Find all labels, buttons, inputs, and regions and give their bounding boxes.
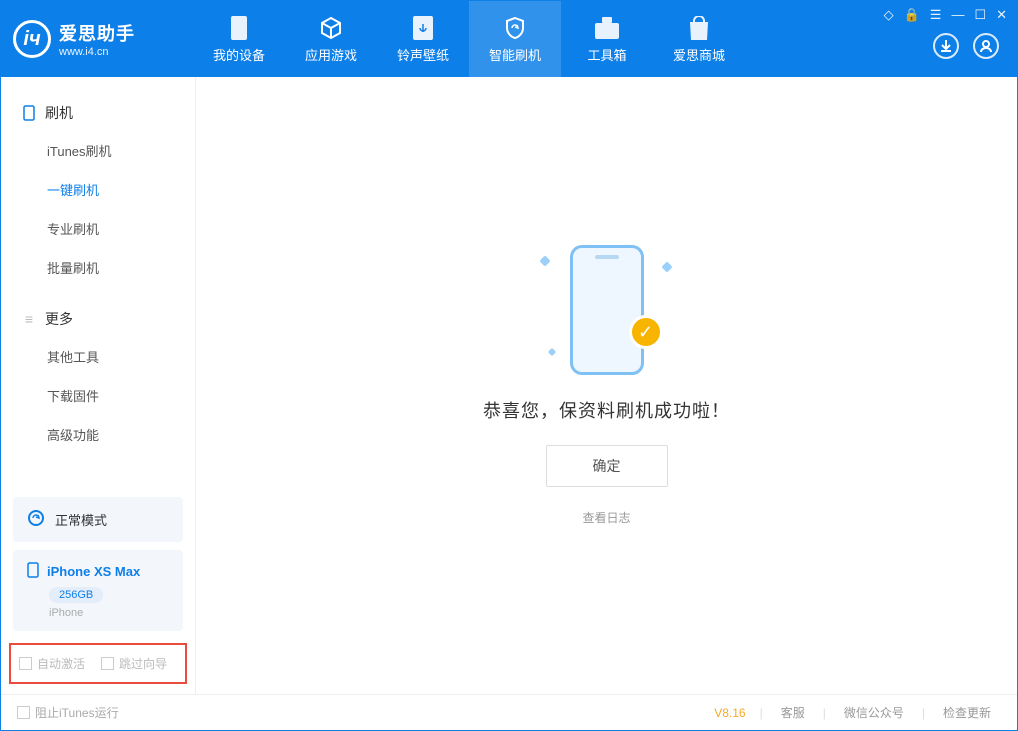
sidebar-section-flash: 刷机 bbox=[1, 95, 195, 131]
app-url: www.i4.cn bbox=[59, 46, 135, 58]
checkbox-icon bbox=[101, 657, 114, 670]
phone-outline-icon bbox=[21, 105, 37, 121]
sidebar-item-pro-flash[interactable]: 专业刷机 bbox=[1, 209, 195, 248]
close-button[interactable]: ✕ bbox=[996, 7, 1007, 23]
phone-frame-icon bbox=[570, 245, 644, 375]
nav-tab-store[interactable]: 爱思商城 bbox=[653, 1, 745, 77]
logo-icon: iч bbox=[13, 20, 51, 58]
logo-area: iч 爱思助手 www.i4.cn bbox=[13, 20, 193, 58]
ok-button[interactable]: 确定 bbox=[546, 445, 668, 487]
device-card[interactable]: iPhone XS Max 256GB iPhone bbox=[13, 550, 183, 631]
music-file-icon bbox=[410, 15, 436, 41]
app-header: iч 爱思助手 www.i4.cn 我的设备 应用游戏 铃声壁纸 智能刷机 工具… bbox=[1, 1, 1017, 77]
nav-label: 我的设备 bbox=[213, 45, 265, 64]
phone-icon bbox=[226, 15, 252, 41]
header-actions bbox=[933, 33, 999, 59]
section-label: 刷机 bbox=[45, 103, 73, 123]
nav-tab-toolbox[interactable]: 工具箱 bbox=[561, 1, 653, 77]
nav-label: 铃声壁纸 bbox=[397, 45, 449, 64]
checkbox-icon bbox=[17, 706, 30, 719]
nav-label: 应用游戏 bbox=[305, 45, 357, 64]
sidebar-item-other-tools[interactable]: 其他工具 bbox=[1, 337, 195, 376]
nav-tab-ringtones[interactable]: 铃声壁纸 bbox=[377, 1, 469, 77]
device-name-label: iPhone XS Max bbox=[47, 564, 140, 579]
checkbox-label: 跳过向导 bbox=[119, 655, 167, 672]
window-controls: ◇ 🔒 ☰ — ☐ ✕ bbox=[884, 7, 1007, 23]
toolbox-icon bbox=[594, 15, 620, 41]
device-storage-badge: 256GB bbox=[49, 587, 103, 603]
sidebar-item-advanced[interactable]: 高级功能 bbox=[1, 415, 195, 454]
status-mode-card[interactable]: 正常模式 bbox=[13, 497, 183, 542]
footer-link-support[interactable]: 客服 bbox=[771, 704, 815, 721]
refresh-shield-icon bbox=[502, 15, 528, 41]
sidebar-item-download-firmware[interactable]: 下载固件 bbox=[1, 376, 195, 415]
footer-link-wechat[interactable]: 微信公众号 bbox=[834, 704, 914, 721]
check-badge-icon: ✓ bbox=[629, 315, 663, 349]
checkbox-block-itunes[interactable]: 阻止iTunes运行 bbox=[17, 704, 119, 721]
maximize-button[interactable]: ☐ bbox=[974, 7, 986, 23]
nav-tab-apps[interactable]: 应用游戏 bbox=[285, 1, 377, 77]
sidebar-item-batch-flash[interactable]: 批量刷机 bbox=[1, 248, 195, 287]
sidebar-section-more: ≡ 更多 bbox=[1, 301, 195, 337]
menu-lines-icon: ≡ bbox=[21, 311, 37, 327]
checkbox-icon bbox=[19, 657, 32, 670]
device-type-label: iPhone bbox=[49, 607, 169, 619]
nav-tab-flash[interactable]: 智能刷机 bbox=[469, 1, 561, 77]
shirt-icon[interactable]: ◇ bbox=[884, 7, 894, 23]
nav-tabs: 我的设备 应用游戏 铃声壁纸 智能刷机 工具箱 爱思商城 bbox=[193, 1, 745, 77]
download-icon[interactable] bbox=[933, 33, 959, 59]
nav-label: 爱思商城 bbox=[673, 45, 725, 64]
checkbox-label: 阻止iTunes运行 bbox=[35, 704, 119, 721]
minimize-button[interactable]: — bbox=[951, 7, 964, 23]
options-highlight-box: 自动激活 跳过向导 bbox=[9, 643, 187, 684]
view-log-link[interactable]: 查看日志 bbox=[582, 509, 630, 526]
shopping-bag-icon bbox=[686, 15, 712, 41]
section-label: 更多 bbox=[45, 309, 73, 329]
checkbox-auto-activate[interactable]: 自动激活 bbox=[19, 655, 85, 672]
app-title: 爱思助手 bbox=[59, 20, 135, 46]
success-illustration: ✓ bbox=[537, 245, 677, 375]
checkbox-label: 自动激活 bbox=[37, 655, 85, 672]
success-message: 恭喜您，保资料刷机成功啦！ bbox=[483, 397, 730, 423]
device-phone-icon bbox=[27, 562, 39, 581]
menu-icon[interactable]: ☰ bbox=[930, 7, 942, 23]
main-content: ✓ 恭喜您，保资料刷机成功啦！ 确定 查看日志 bbox=[196, 77, 1017, 694]
user-icon[interactable] bbox=[973, 33, 999, 59]
nav-label: 工具箱 bbox=[587, 45, 626, 64]
sync-icon bbox=[27, 509, 45, 530]
sidebar-item-oneclick-flash[interactable]: 一键刷机 bbox=[1, 170, 195, 209]
lock-icon[interactable]: 🔒 bbox=[904, 7, 920, 23]
version-label: V8.16 bbox=[714, 706, 745, 720]
footer: 阻止iTunes运行 V8.16 | 客服 | 微信公众号 | 检查更新 bbox=[1, 694, 1017, 730]
nav-label: 智能刷机 bbox=[489, 45, 541, 64]
sidebar-item-itunes-flash[interactable]: iTunes刷机 bbox=[1, 131, 195, 170]
status-mode-label: 正常模式 bbox=[55, 510, 107, 529]
nav-tab-device[interactable]: 我的设备 bbox=[193, 1, 285, 77]
checkbox-skip-guide[interactable]: 跳过向导 bbox=[101, 655, 167, 672]
cube-icon bbox=[318, 15, 344, 41]
footer-link-update[interactable]: 检查更新 bbox=[933, 704, 1001, 721]
sidebar: 刷机 iTunes刷机 一键刷机 专业刷机 批量刷机 ≡ 更多 其他工具 下载固… bbox=[1, 77, 196, 694]
